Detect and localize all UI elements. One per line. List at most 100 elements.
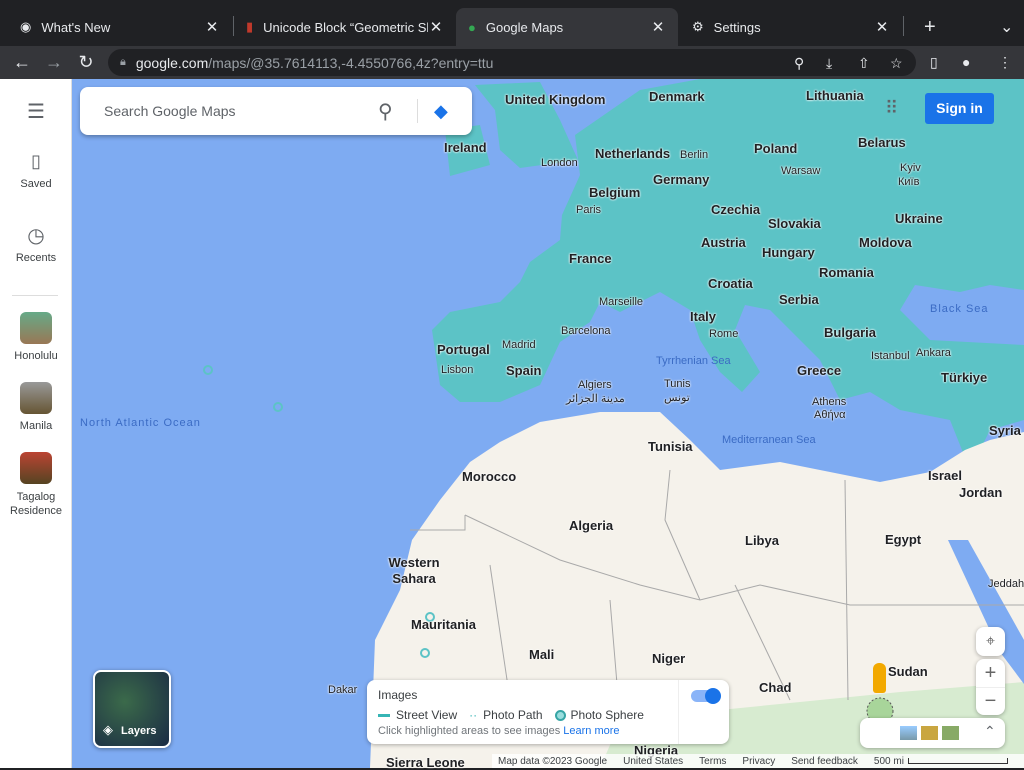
tab-google-maps[interactable]: ● Google Maps ✕ [456,8,678,46]
share-icon[interactable]: ⇧ [858,55,870,72]
sidebar: ☰ ▯ Saved ◷ Recents Honolulu Manila Tagalo… [0,79,72,768]
country-label: Romania [819,265,874,280]
side-panel-icon[interactable]: ▯ [930,54,938,71]
scale-bar[interactable]: 500 mi [874,756,1008,767]
city-label: Αθήνα [814,409,846,421]
line-icon [378,714,390,718]
search-icon[interactable]: ⚲ [378,99,393,124]
country-label: Spain [506,363,542,378]
close-tab-button[interactable]: ✕ [428,18,444,36]
reload-button[interactable]: ↻ [70,52,102,73]
bookmark-icon: ▯ [31,151,41,171]
panel-title: Images [378,688,418,702]
tab-settings[interactable]: ⚙ Settings ✕ [680,8,902,46]
images-panel: Images Street View ·· Photo Path Photo Sp… [367,680,729,744]
country-label: Belgium [589,185,641,200]
city-label: Berlin [680,149,709,161]
place-thumbnail [20,382,52,414]
sidebar-item-saved[interactable]: ▯ Saved [0,151,72,190]
search-icon[interactable]: ⚲ [794,55,804,72]
history-icon: ◷ [27,225,45,247]
country-label: Belarus [858,135,906,150]
country-label: Türkiye [941,370,988,385]
city-label: London [541,157,578,169]
country-label: Croatia [708,276,753,291]
menu-button[interactable]: ☰ [0,99,72,124]
city-label: Ankara [916,347,951,359]
zoom-in-button[interactable]: + [976,659,1005,687]
learn-more-link[interactable]: Learn more [563,725,619,737]
recent-place-honolulu[interactable]: Honolulu [0,312,72,362]
sign-in-button[interactable]: Sign in [925,93,994,124]
close-tab-button[interactable]: ✕ [874,18,890,36]
bookmark-star-icon[interactable]: ☆ [890,55,903,72]
recent-place-manila[interactable]: Manila [0,382,72,432]
imagery-thumb[interactable] [900,726,917,740]
zoom-controls: + − [976,659,1005,715]
country-label: Libya [745,533,779,548]
apps-icon[interactable]: ⠿ [885,98,898,119]
chrome-icon: ◉ [20,19,32,34]
recent-place-tagalog-residence[interactable]: Tagalog Residence [0,452,72,518]
back-button[interactable]: ← [6,52,38,73]
country-label: France [569,251,612,266]
tab-divider [903,16,904,36]
unicode-icon: ▮ [246,19,254,34]
imagery-thumb[interactable] [921,726,938,740]
divider [678,680,679,744]
new-tab-button[interactable]: + [912,8,948,46]
send-feedback-link[interactable]: Send feedback [791,756,858,767]
dotted-line-icon: ·· [469,708,478,722]
close-tab-button[interactable]: ✕ [650,18,666,36]
city-label: Barcelona [561,325,611,337]
region-link[interactable]: United States [623,756,683,767]
country-label: Bulgaria [824,325,877,340]
layers-icon: ◈ [103,722,113,737]
close-tab-button[interactable]: ✕ [204,18,220,36]
search-box[interactable]: Search Google Maps ⚲ ◆ [80,87,472,135]
country-label: Slovakia [768,216,821,231]
country-label: Niger [652,651,686,666]
privacy-link[interactable]: Privacy [742,756,775,767]
country-label: Israel [928,468,962,483]
country-label: Algeria [569,518,614,533]
country-label: Western Sahara [388,555,440,586]
country-label: Jordan [959,485,1003,500]
city-label: Dakar [328,684,358,696]
city-label: Paris [576,204,602,216]
country-label: Denmark [649,89,705,104]
sidebar-item-recents[interactable]: ◷ Recents [0,223,72,264]
country-label: Ukraine [895,211,943,226]
country-label: Egypt [885,532,922,547]
photo-path-legend: ·· Photo Path [469,708,543,722]
address-bar[interactable]: 🔒︎ google.com/maps/@35.7614113,-4.455076… [108,49,916,76]
scale-line [907,757,1008,764]
country-label: Greece [797,363,842,378]
tab-unicode[interactable]: ▮ Unicode Block “Geometric Sh ✕ [234,8,456,46]
zoom-out-button[interactable]: − [976,687,1005,715]
city-label: Rome [709,328,739,340]
city-label: Lisbon [441,364,474,376]
country-label: Lithuania [806,88,864,103]
country-label: Poland [754,141,798,156]
profile-icon[interactable]: ● [962,54,970,70]
pegman-icon[interactable] [873,663,886,693]
forward-button[interactable]: → [38,52,70,73]
terms-link[interactable]: Terms [699,756,726,767]
my-location-button[interactable]: ⌖ [976,627,1005,656]
menu-icon[interactable]: ⋮ [998,54,1012,71]
country-label: Syria [989,423,1021,438]
city-label: Istanbul [871,350,910,362]
country-label: Morocco [462,469,517,484]
directions-icon[interactable]: ◆ [434,101,448,122]
expand-icon[interactable]: ⌃ [984,723,996,740]
install-icon[interactable]: ⤓ [826,55,832,72]
tab-search-button[interactable]: ⌄ [988,8,1024,46]
country-label: Ireland [444,140,487,155]
toolbar: ← → ↻ 🔒︎ google.com/maps/@35.7614113,-4.… [0,46,1024,79]
tab-whats-new[interactable]: ◉ What's New ✕ [8,8,232,46]
country-label: Netherlands [595,146,671,161]
layers-button[interactable]: ◈ Layers [93,670,171,748]
imagery-thumb[interactable] [942,726,959,740]
images-toggle[interactable] [691,688,721,704]
